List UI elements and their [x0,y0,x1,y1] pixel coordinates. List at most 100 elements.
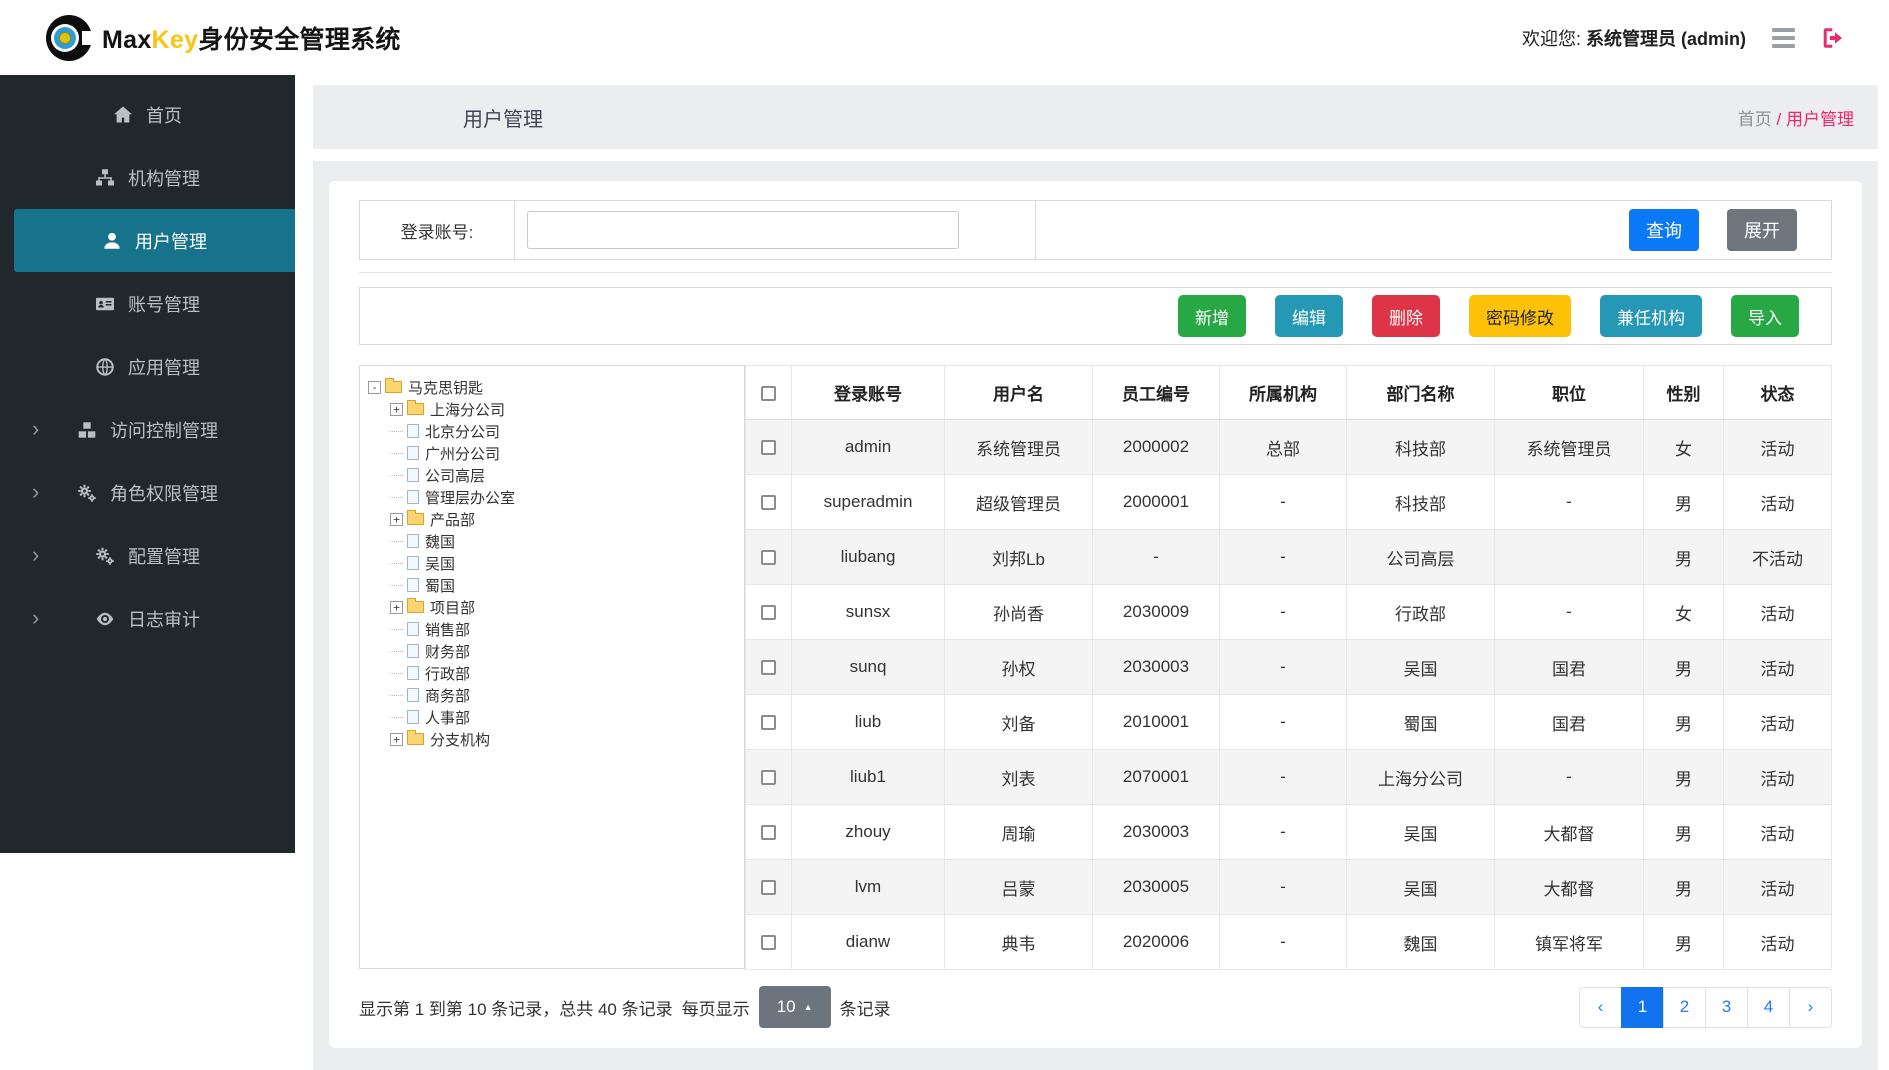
row-checkbox[interactable] [761,440,776,455]
page-next-link[interactable]: › [1789,987,1832,1028]
row-checkbox[interactable] [761,660,776,675]
sidebar-item-app[interactable]: 应用管理 [0,335,295,398]
logout-icon[interactable] [1821,26,1845,50]
tree-node-label: 商务部 [425,685,470,706]
toolbar-button[interactable]: 新增 [1178,295,1246,337]
toolbar-button[interactable]: 导入 [1731,295,1799,337]
tree-node[interactable]: 公司高层 [368,464,736,486]
cell-gender: 男 [1644,750,1724,805]
page-2-link[interactable]: 2 [1663,987,1706,1028]
expand-icon[interactable]: + [390,403,403,416]
tree-node[interactable]: 蜀国 [368,574,736,596]
tree-node[interactable]: 北京分公司 [368,420,736,442]
sidebar-item-audit[interactable]: ›日志审计 [0,587,295,650]
toolbar: 新增编辑删除密码修改兼任机构导入 [359,287,1832,345]
toolbar-button[interactable]: 删除 [1372,295,1440,337]
menu-toggle-icon[interactable] [1772,26,1795,50]
tree-node[interactable]: 人事部 [368,706,736,728]
maxkey-logo-icon [46,15,92,61]
row-checkbox[interactable] [761,770,776,785]
row-checkbox[interactable] [761,880,776,895]
tree-node[interactable]: 魏国 [368,530,736,552]
welcome-prefix: 欢迎您: [1522,29,1581,49]
tree-node[interactable]: 商务部 [368,684,736,706]
cell-login: lvm [792,860,945,915]
tree-node[interactable]: +项目部 [368,596,736,618]
sidebar-item-label: 用户管理 [135,228,207,254]
users-table: 登录账号用户名员工编号所属机构部门名称职位性别状态 admin系统管理员2000… [745,365,1832,970]
tree-node[interactable]: 行政部 [368,662,736,684]
tree-node[interactable]: +分支机构 [368,728,736,750]
cell-position: 大都督 [1495,805,1644,860]
search-input-cell [515,201,1035,259]
tree-node[interactable]: 吴国 [368,552,736,574]
tree-node[interactable]: +上海分公司 [368,398,736,420]
page-prev-link[interactable]: ‹ [1579,987,1622,1028]
expand-button[interactable]: 展开 [1727,209,1797,251]
expand-icon[interactable]: + [390,601,403,614]
row-checkbox[interactable] [761,550,776,565]
header-row: 登录账号用户名员工编号所属机构部门名称职位性别状态 [746,366,1832,420]
tree-node[interactable]: 销售部 [368,618,736,640]
page-4: 4 [1748,987,1790,1028]
tree-connector [390,497,403,498]
breadcrumb-current: 用户管理 [1786,110,1854,129]
tree-node[interactable]: -马克思钥匙 [368,376,736,398]
cell-login: liub [792,695,945,750]
sidebar-item-role[interactable]: ›角色权限管理 [0,461,295,524]
page-3-link[interactable]: 3 [1705,987,1748,1028]
cell-org: - [1220,915,1347,970]
tree-node-label: 公司高层 [425,465,485,486]
tree-node[interactable]: 广州分公司 [368,442,736,464]
tree-connector [390,695,403,696]
row-checkbox[interactable] [761,605,776,620]
expand-icon[interactable]: + [390,733,403,746]
collapse-icon[interactable]: - [368,381,381,394]
tree-node[interactable]: +产品部 [368,508,736,530]
expand-icon[interactable]: + [390,513,403,526]
sidebar-item-org[interactable]: 机构管理 [0,146,295,209]
toolbar-button[interactable]: 密码修改 [1469,295,1571,337]
table-body: admin系统管理员2000002总部科技部系统管理员女活动superadmin… [746,420,1832,970]
page-2: 2 [1664,987,1706,1028]
main-content: 用户管理 首页 / 用户管理 登录账号: 查询 展开 [295,75,1889,1070]
cell-empno: - [1093,530,1220,585]
gears-icon [77,483,97,503]
row-select-cell [746,475,792,530]
page-4-link[interactable]: 4 [1747,987,1790,1028]
topbar: MaxKey身份安全管理系统 欢迎您: 系统管理员 (admin) [0,0,1889,75]
tree-node[interactable]: 财务部 [368,640,736,662]
file-icon [407,622,419,636]
row-checkbox[interactable] [761,825,776,840]
cell-gender: 女 [1644,420,1724,475]
sidebar-item-account[interactable]: 账号管理 [0,272,295,335]
cell-empno: 2030009 [1093,585,1220,640]
breadcrumb-home[interactable]: 首页 [1738,110,1772,129]
toolbar-button[interactable]: 编辑 [1275,295,1343,337]
table-row: zhouy周瑜2030003-吴国大都督男活动 [746,805,1832,860]
cell-username: 刘表 [945,750,1093,805]
query-button[interactable]: 查询 [1629,209,1699,251]
row-checkbox[interactable] [761,715,776,730]
row-checkbox[interactable] [761,495,776,510]
sidebar-item-home[interactable]: 首页 [0,83,295,146]
cell-status: 活动 [1724,860,1832,915]
cell-username: 典韦 [945,915,1093,970]
per-page-dropdown[interactable]: 10 ▲ [759,986,831,1028]
login-account-input[interactable] [527,211,959,249]
toolbar-button[interactable]: 兼任机构 [1600,295,1702,337]
row-select-cell [746,860,792,915]
page-1-link[interactable]: 1 [1621,987,1664,1028]
cell-dept: 蜀国 [1347,695,1495,750]
file-icon [407,578,419,592]
table-row: sunq孙权2030003-吴国国君男活动 [746,640,1832,695]
sidebar-item-config[interactable]: ›配置管理 [0,524,295,587]
row-checkbox[interactable] [761,935,776,950]
tree-node[interactable]: 管理层办公室 [368,486,736,508]
globe-icon [95,357,115,377]
cell-dept: 公司高层 [1347,530,1495,585]
eye-icon [95,609,115,629]
sidebar-item-user[interactable]: 用户管理 [14,209,295,272]
sidebar-item-access[interactable]: ›访问控制管理 [0,398,295,461]
select-all-checkbox[interactable] [761,386,776,401]
